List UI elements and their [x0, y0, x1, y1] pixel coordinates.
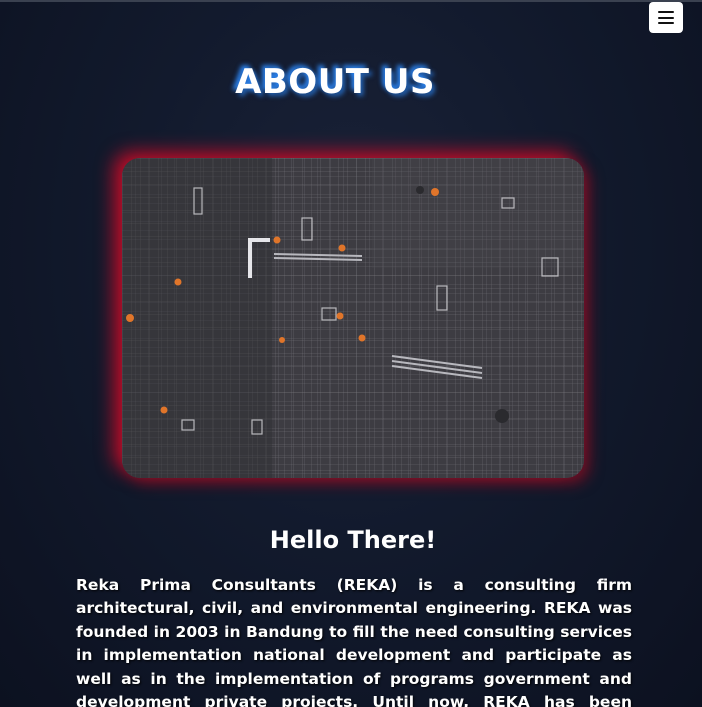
intro-paragraph: Reka Prima Consultants (REKA) is a consu… [76, 576, 632, 707]
menu-button[interactable] [649, 2, 683, 33]
hamburger-menu-icon [658, 11, 674, 24]
top-divider [0, 0, 702, 2]
greeting-heading: Hello There! [269, 526, 437, 554]
page-title: ABOUT US [235, 62, 435, 102]
about-image [122, 158, 584, 478]
